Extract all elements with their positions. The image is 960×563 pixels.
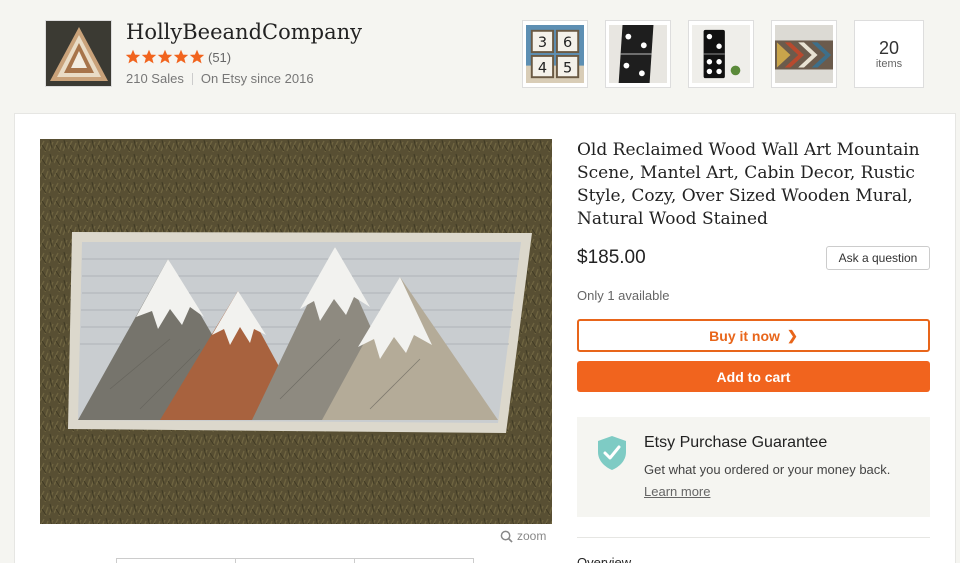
listing-title: Old Reclaimed Wood Wall Art Mountain Sce… — [577, 140, 920, 229]
number-tiles-image: 3 6 4 5 — [526, 25, 584, 83]
triangle-art-logo-image — [46, 21, 111, 86]
svg-text:6: 6 — [563, 35, 572, 51]
carousel-tab[interactable] — [117, 559, 236, 563]
shop-item-thumbnail[interactable] — [605, 20, 671, 88]
listing-main-photo[interactable] — [40, 139, 552, 524]
ask-question-button[interactable]: Ask a question — [826, 246, 930, 270]
magnifier-icon — [500, 530, 513, 543]
zoom-button[interactable]: zoom — [500, 529, 546, 543]
carousel-tab[interactable] — [236, 559, 355, 563]
image-carousel-tabs — [116, 558, 474, 563]
buy-it-now-button[interactable]: Buy it now ❯ — [577, 319, 930, 352]
shop-name[interactable]: HollyBeeandCompany — [126, 20, 362, 44]
items-label: items — [875, 58, 903, 70]
shop-meta: 210 Sales On Etsy since 2016 — [126, 71, 314, 86]
meta-divider — [191, 72, 193, 85]
listing-card: zoom Old Reclaimed Wood Wall Art Mountai… — [14, 113, 956, 563]
star-icon — [189, 49, 205, 64]
domino-image — [609, 25, 667, 83]
shop-items-thumbnails: 3 6 4 5 20 items — [522, 20, 924, 88]
overview-heading[interactable]: Overview — [577, 555, 631, 563]
shield-check-icon — [598, 436, 626, 470]
add-to-cart-button[interactable]: Add to cart — [577, 361, 930, 392]
buy-it-now-label: Buy it now — [709, 327, 780, 344]
guarantee-text: Get what you ordered or your money back. — [644, 462, 891, 477]
star-rating: (51) — [125, 49, 231, 65]
star-icon — [157, 49, 173, 64]
star-icon — [173, 49, 189, 64]
shop-header: HollyBeeandCompany (51) 210 Sales On Ets… — [0, 0, 960, 112]
shop-item-thumbnail[interactable]: 3 6 4 5 — [522, 20, 588, 88]
listing-price: $185.00 — [577, 247, 646, 268]
shop-since: On Etsy since 2016 — [200, 71, 314, 86]
shop-item-thumbnail[interactable] — [771, 20, 837, 88]
svg-text:4: 4 — [538, 60, 547, 76]
rating-count[interactable]: (51) — [208, 50, 231, 65]
domino-image — [692, 25, 750, 83]
chevron-art-image — [775, 25, 833, 83]
star-icon — [125, 49, 141, 64]
shop-item-thumbnail[interactable] — [688, 20, 754, 88]
purchase-guarantee-panel: Etsy Purchase Guarantee Get what you ord… — [577, 417, 930, 517]
carousel-tab[interactable] — [355, 559, 473, 563]
shop-logo[interactable] — [45, 20, 112, 87]
svg-text:3: 3 — [538, 35, 547, 51]
star-icon — [141, 49, 157, 64]
section-divider — [577, 537, 930, 538]
mountain-wood-art-image — [40, 139, 552, 524]
chevron-right-icon: ❯ — [786, 327, 798, 343]
shop-items-count[interactable]: 20 items — [854, 20, 924, 88]
svg-text:5: 5 — [563, 60, 572, 76]
availability-text: Only 1 available — [577, 288, 670, 303]
sales-count[interactable]: 210 Sales — [126, 71, 184, 86]
zoom-label: zoom — [517, 529, 547, 543]
items-count: 20 — [878, 38, 900, 58]
learn-more-link[interactable]: Learn more — [644, 484, 710, 499]
guarantee-title: Etsy Purchase Guarantee — [644, 434, 828, 451]
